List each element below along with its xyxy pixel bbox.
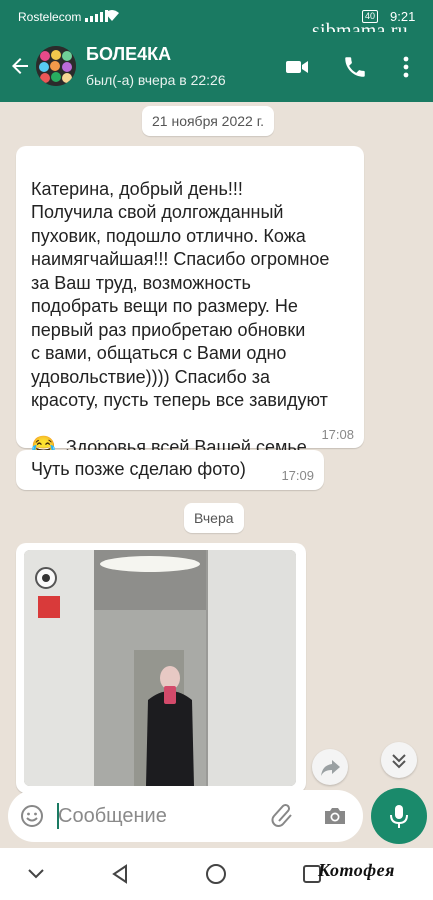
message-bubble[interactable]: Катерина, добрый день!!! Получила свой д… — [16, 146, 364, 481]
back-arrow-icon[interactable] — [8, 54, 32, 78]
video-call-icon[interactable] — [284, 54, 310, 80]
message-time: 17:08 — [321, 427, 354, 442]
message-text: Чуть позже сделаю фото) — [31, 459, 246, 479]
message-time: 17:09 — [281, 468, 314, 483]
last-seen-status: был(-а) вчера в 22:26 — [86, 72, 226, 88]
emoji-icon[interactable] — [20, 804, 44, 828]
date-chip: 21 ноября 2022 г. — [142, 106, 274, 136]
forward-button[interactable] — [312, 749, 348, 785]
forward-icon — [321, 760, 340, 776]
hide-keyboard-icon[interactable] — [26, 866, 46, 880]
elevator-photo[interactable] — [24, 550, 296, 786]
wifi-icon — [105, 10, 119, 21]
attach-icon[interactable] — [270, 803, 296, 829]
message-bubble[interactable]: Чуть позже сделаю фото) 17:09 — [16, 450, 324, 490]
avatar[interactable] — [36, 46, 76, 86]
phone-icon[interactable] — [342, 54, 368, 80]
more-vert-icon[interactable] — [393, 54, 419, 80]
scroll-down-icon — [392, 754, 406, 769]
brand-watermark: Котофея — [318, 860, 395, 880]
voice-record-button[interactable] — [371, 788, 427, 844]
mic-icon — [390, 805, 408, 828]
scroll-to-bottom-button[interactable] — [381, 742, 417, 778]
date-chip: Вчера — [184, 503, 244, 533]
message-input[interactable]: Сообщение — [58, 805, 167, 828]
message-text: Катерина, добрый день!!! Получила свой д… — [31, 178, 330, 411]
chat-header: БОЛЕ4КА был(-а) вчера в 22:26 — [0, 32, 433, 102]
back-nav-icon[interactable] — [110, 863, 130, 885]
camera-icon[interactable] — [322, 803, 348, 829]
home-nav-icon[interactable] — [205, 863, 227, 885]
contact-name[interactable]: БОЛЕ4КА — [86, 44, 171, 65]
carrier-name: Rostelecom — [18, 10, 82, 24]
message-composer[interactable]: Сообщение — [8, 790, 363, 842]
